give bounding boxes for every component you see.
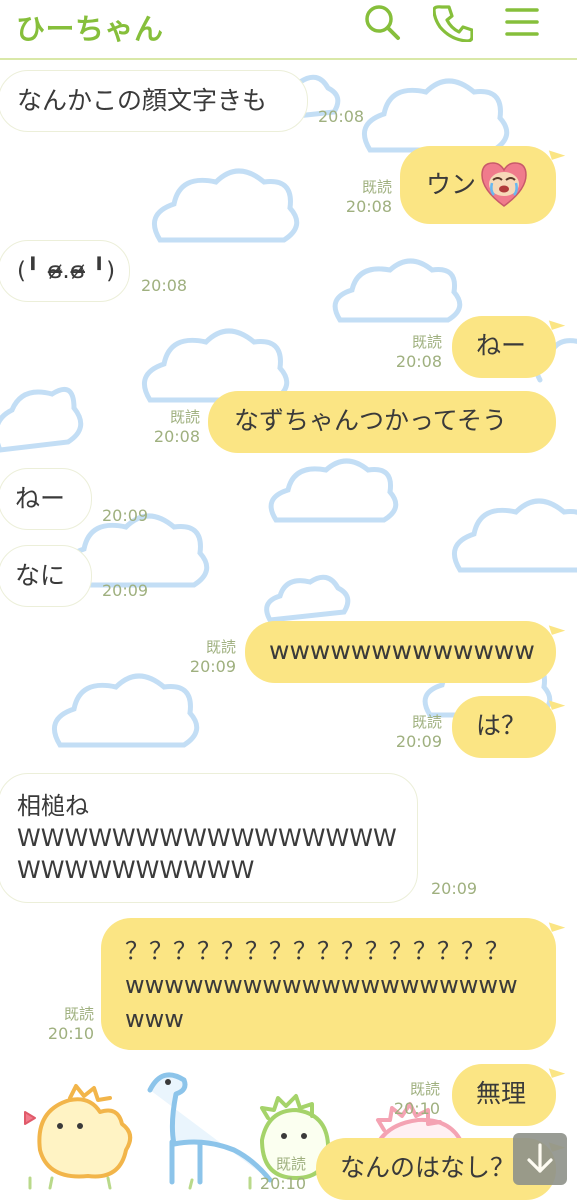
read-receipt: 既読 — [411, 713, 442, 731]
message-meta: 既読 20:10 — [244, 1155, 306, 1193]
incoming-message-bubble[interactable]: ねー — [0, 468, 92, 530]
message-time: 20:10 — [259, 1174, 306, 1193]
read-receipt: 既読 — [361, 178, 392, 196]
message-line: wwwwwwwwwwwwwwwwwwww — [125, 971, 518, 999]
incoming-message-bubble[interactable]: (╹ ɞ̴̶̷.ɞ̴̶̷ ╹) — [0, 240, 130, 302]
message-text: 無理 — [476, 1079, 527, 1108]
message-line: 相槌ね — [17, 792, 89, 820]
message-text: ウン — [426, 170, 477, 199]
incoming-message-bubble[interactable]: 相槌ね WWWWWWWWWWWWWWWW WWWWWWWWWW — [0, 773, 418, 903]
read-receipt: 既読 — [205, 638, 236, 656]
message-text: なんかこの顔文字きも — [17, 86, 268, 115]
message-time: 20:10 — [47, 1024, 94, 1043]
outgoing-message-bubble[interactable]: は？ — [452, 696, 556, 758]
outgoing-message-bubble[interactable]: なずちゃんつかってそう — [208, 391, 556, 453]
outgoing-message-bubble[interactable]: ウン — [400, 146, 556, 224]
crying-heart-emoji-icon — [478, 158, 530, 210]
message-meta: 既読 20:10 — [378, 1080, 440, 1118]
read-receipt: 既読 — [169, 408, 200, 426]
message-time: 20:09 — [395, 732, 442, 751]
message-time: 20:08 — [153, 427, 200, 446]
message-text: wwwwwwwwwwwww — [269, 636, 535, 665]
message-meta: 既読 20:08 — [380, 333, 442, 371]
menu-icon[interactable] — [502, 2, 542, 42]
message-meta: 既読 20:09 — [380, 713, 442, 751]
arrow-down-icon — [527, 1143, 553, 1173]
search-icon[interactable] — [362, 2, 402, 42]
outgoing-message-bubble[interactable]: ねー — [452, 316, 556, 378]
read-receipt: 既読 — [275, 1155, 306, 1173]
outgoing-message-bubble[interactable]: wwwwwwwwwwwww — [245, 621, 556, 683]
outgoing-message-bubble[interactable]: ？？？？？？？？？？？？？？？？ wwwwwwwwwwwwwwwwwwww ww… — [101, 918, 556, 1050]
message-line: WWWWWWWWWWWWWWWW — [17, 824, 397, 852]
outgoing-message-bubble[interactable]: 無理 — [452, 1064, 556, 1126]
message-time: 20:08 — [318, 107, 365, 126]
message-time: 20:08 — [395, 352, 442, 371]
incoming-message-bubble[interactable]: なに — [0, 545, 92, 607]
message-text: ねー — [15, 484, 66, 513]
message-text: (╹ ɞ̴̶̷.ɞ̴̶̷ ╹) — [17, 258, 116, 284]
message-line: www — [125, 1005, 184, 1033]
message-time: 20:09 — [102, 581, 149, 600]
message-time: 20:08 — [345, 197, 392, 216]
chat-title: ひーちゃん — [16, 12, 164, 46]
read-receipt: 既読 — [63, 1005, 94, 1023]
message-time: 20:08 — [141, 276, 188, 295]
message-text: なずちゃんつかってそう — [234, 406, 508, 435]
message-text: なに — [15, 561, 66, 590]
phone-icon[interactable] — [432, 2, 474, 43]
message-meta: 既読 20:09 — [174, 638, 236, 676]
message-text: ねー — [476, 331, 527, 360]
incoming-message-bubble[interactable]: なんかこの顔文字きも — [0, 70, 308, 132]
message-text: は？ — [476, 711, 527, 740]
message-text: なんのはなし？ — [340, 1153, 516, 1182]
read-receipt: 既読 — [411, 333, 442, 351]
message-time: 20:10 — [393, 1099, 440, 1118]
read-receipt: 既読 — [409, 1080, 440, 1098]
message-meta: 既読 20:08 — [138, 408, 200, 446]
message-line: WWWWWWWWWW — [17, 856, 255, 884]
message-time: 20:09 — [431, 879, 478, 898]
scroll-to-bottom-button[interactable] — [513, 1133, 567, 1185]
chat-header: ひーちゃん — [0, 0, 577, 60]
message-meta: 既読 20:08 — [330, 178, 392, 216]
message-line: ？？？？？？？？？？？？？？？？ — [125, 937, 509, 965]
message-time: 20:09 — [102, 506, 149, 525]
message-meta: 既読 20:10 — [32, 1005, 94, 1043]
message-time: 20:09 — [189, 657, 236, 676]
